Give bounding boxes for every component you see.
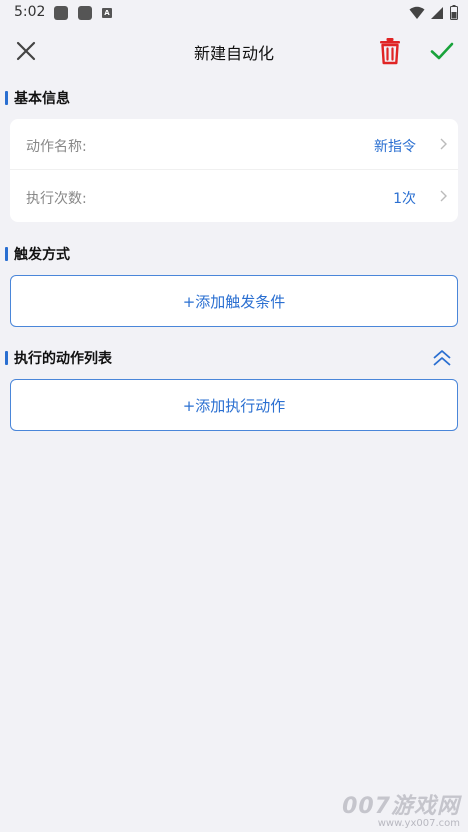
watermark-main: 007游戏网 xyxy=(342,794,460,819)
status-time: 5:02 xyxy=(14,4,46,20)
chevron-double-up-icon xyxy=(433,350,451,366)
status-icons xyxy=(409,5,458,20)
notification-app-icon xyxy=(78,6,92,20)
section-label: 基本信息 xyxy=(14,91,70,107)
action-name-row[interactable]: 动作名称: 新指令 xyxy=(10,119,458,170)
execution-count-label: 执行次数: xyxy=(26,191,87,207)
wifi-icon xyxy=(409,6,425,19)
execution-count-value: 1次 xyxy=(393,191,416,207)
add-action-button[interactable]: +添加执行动作 xyxy=(10,379,458,431)
top-app-bar: 新建自动化 xyxy=(0,26,468,76)
trash-icon xyxy=(380,38,400,65)
check-icon xyxy=(430,42,454,60)
action-name-label: 动作名称: xyxy=(26,139,87,155)
app-screen: 5:02 A 新建自动化 基本信息 动作名称: 新指令 执行次数: 1次 触发方… xyxy=(0,0,468,832)
section-label: 触发方式 xyxy=(14,247,70,263)
signal-icon xyxy=(431,6,443,19)
watermark: 007游戏网 www.yx007.com xyxy=(342,788,460,829)
section-heading-actions: 执行的动作列表 xyxy=(5,349,112,367)
battery-icon xyxy=(450,5,458,20)
add-action-label: +添加执行动作 xyxy=(182,396,286,415)
section-accent-bar xyxy=(5,247,8,261)
chevron-right-icon xyxy=(440,190,447,202)
notification-a-icon: A xyxy=(102,8,112,18)
basic-info-card: 动作名称: 新指令 执行次数: 1次 xyxy=(10,119,458,222)
chevron-right-icon xyxy=(440,138,447,150)
execution-count-row[interactable]: 执行次数: 1次 xyxy=(10,171,458,222)
section-accent-bar xyxy=(5,351,8,365)
confirm-button[interactable] xyxy=(428,37,456,65)
action-name-value: 新指令 xyxy=(374,139,416,155)
section-heading-basic-info: 基本信息 xyxy=(5,89,70,107)
collapse-actions-button[interactable] xyxy=(430,346,454,370)
add-trigger-button[interactable]: +添加触发条件 xyxy=(10,275,458,327)
section-label: 执行的动作列表 xyxy=(14,351,112,367)
section-accent-bar xyxy=(5,91,8,105)
status-bar: 5:02 A xyxy=(0,0,468,26)
notification-app-icon xyxy=(54,6,68,20)
add-trigger-label: +添加触发条件 xyxy=(182,292,286,311)
delete-button[interactable] xyxy=(376,36,404,66)
section-heading-trigger: 触发方式 xyxy=(5,245,70,263)
